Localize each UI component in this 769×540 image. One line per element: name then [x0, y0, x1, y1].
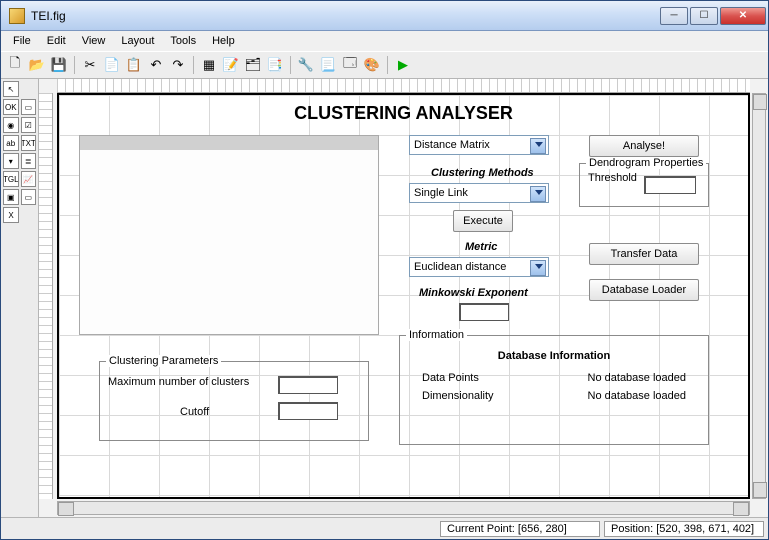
ruler-vertical	[39, 93, 53, 499]
edit-tool-icon[interactable]: ab	[3, 135, 19, 151]
app-icon	[9, 8, 25, 24]
dendrogram-legend: Dendrogram Properties	[586, 157, 706, 169]
status-current-point: Current Point: [656, 280]	[440, 521, 600, 537]
tab-editor-icon[interactable]: 📑	[265, 55, 285, 75]
slider-tool-icon[interactable]: ▭	[21, 99, 37, 115]
cutoff-input[interactable]	[278, 402, 338, 420]
distance-matrix-select[interactable]: Distance Matrix	[409, 135, 549, 155]
panel-tool-icon[interactable]: ▣	[3, 189, 19, 205]
dimensionality-label: Dimensionality	[422, 390, 494, 402]
component-palette: ↖ OK ▭ ◉ ☑ ab TXT ▾ ≣ TGL 📈 ▣	[1, 79, 39, 517]
window-title: TEI.fig	[31, 9, 658, 23]
new-icon[interactable]: 🗋	[5, 55, 25, 75]
maximize-button[interactable]: ☐	[690, 7, 718, 25]
axes-placeholder[interactable]	[79, 135, 379, 335]
max-clusters-label: Maximum number of clusters	[108, 376, 249, 388]
method-select[interactable]: Single Link	[409, 183, 549, 203]
toggle-tool-icon[interactable]: TGL	[3, 171, 19, 187]
popup-tool-icon[interactable]: ▾	[3, 153, 19, 169]
app-window: TEI.fig ─ ☐ ✕ File Edit View Layout Tool…	[0, 0, 769, 540]
dendrogram-fieldset: Dendrogram Properties Threshold	[579, 163, 709, 207]
clustering-params-fieldset: Clustering Parameters Maximum number of …	[99, 361, 369, 441]
palette-icon[interactable]: 🎨	[362, 55, 382, 75]
metric-select[interactable]: Euclidean distance	[409, 257, 549, 277]
property-icon[interactable]: 📃	[318, 55, 338, 75]
copy-icon[interactable]: 📄	[102, 55, 122, 75]
information-legend: Information	[406, 329, 467, 341]
status-position: Position: [520, 398, 671, 402]	[604, 521, 764, 537]
menu-view[interactable]: View	[74, 33, 114, 49]
clustering-params-legend: Clustering Parameters	[106, 355, 221, 367]
text-tool-icon[interactable]: TXT	[21, 135, 37, 151]
browser-icon[interactable]: 🗔	[340, 55, 360, 75]
ruler-horizontal	[57, 79, 750, 93]
menu-edit[interactable]: Edit	[39, 33, 74, 49]
canvas-area: CLUSTERING ANALYSER Distance Matrix Clus…	[39, 79, 768, 517]
menubar: File Edit View Layout Tools Help	[1, 31, 768, 51]
max-clusters-input[interactable]	[278, 376, 338, 394]
paste-icon[interactable]: 📋	[124, 55, 144, 75]
checkbox-tool-icon[interactable]: ☑	[21, 117, 37, 133]
design-surface[interactable]: CLUSTERING ANALYSER Distance Matrix Clus…	[57, 93, 750, 499]
editor-icon[interactable]: 📝	[221, 55, 241, 75]
axes-tool-icon[interactable]: 📈	[21, 171, 37, 187]
titlebar: TEI.fig ─ ☐ ✕	[1, 1, 768, 31]
statusbar: Current Point: [656, 280] Position: [520…	[1, 517, 768, 539]
scrollbar-vertical[interactable]	[752, 93, 766, 499]
menu-tools[interactable]: Tools	[162, 33, 204, 49]
scrollbar-horizontal[interactable]	[57, 501, 750, 515]
method-value: Single Link	[414, 187, 468, 199]
datapoints-value: No database loaded	[588, 372, 686, 384]
minimize-button[interactable]: ─	[660, 7, 688, 25]
close-button[interactable]: ✕	[720, 7, 766, 25]
database-loader-button[interactable]: Database Loader	[589, 279, 699, 301]
undo-icon[interactable]: ↶	[146, 55, 166, 75]
metric-value: Euclidean distance	[414, 261, 506, 273]
pushbutton-tool-icon[interactable]: OK	[3, 99, 19, 115]
activex-tool-icon[interactable]: X	[3, 207, 19, 223]
menu-layout[interactable]: Layout	[113, 33, 162, 49]
information-fieldset: Information Database Information Data Po…	[399, 335, 709, 445]
redo-icon[interactable]: ↷	[168, 55, 188, 75]
menu-editor-icon[interactable]: 🗂	[243, 55, 263, 75]
transfer-data-button[interactable]: Transfer Data	[589, 243, 699, 265]
align-icon[interactable]: ▦	[199, 55, 219, 75]
buttongroup-tool-icon[interactable]: ▭	[21, 189, 37, 205]
database-info-header: Database Information	[408, 350, 700, 362]
open-icon[interactable]: 📂	[27, 55, 47, 75]
threshold-input[interactable]	[644, 176, 696, 194]
datapoints-label: Data Points	[422, 372, 479, 384]
pointer-tool-icon[interactable]: ↖	[3, 81, 19, 97]
page-title: CLUSTERING ANALYSER	[59, 103, 748, 124]
menu-file[interactable]: File	[5, 33, 39, 49]
run-icon[interactable]: ▶	[393, 55, 413, 75]
minkowski-input[interactable]	[459, 303, 509, 321]
toolbar-editor-icon[interactable]: 🔧	[296, 55, 316, 75]
listbox-tool-icon[interactable]: ≣	[21, 153, 37, 169]
menu-help[interactable]: Help	[204, 33, 243, 49]
analyse-button[interactable]: Analyse!	[589, 135, 699, 157]
body-area: ↖ OK ▭ ◉ ☑ ab TXT ▾ ≣ TGL 📈 ▣	[1, 79, 768, 517]
execute-button[interactable]: Execute	[453, 210, 513, 232]
toolbar: 🗋 📂 💾 ✂ 📄 📋 ↶ ↷ ▦ 📝 🗂 📑 🔧 📃 🗔 🎨 ▶	[1, 51, 768, 79]
clustering-methods-label: Clustering Methods	[431, 167, 534, 179]
cut-icon[interactable]: ✂	[80, 55, 100, 75]
distance-matrix-value: Distance Matrix	[414, 139, 490, 151]
dimensionality-value: No database loaded	[588, 390, 686, 402]
save-icon[interactable]: 💾	[49, 55, 69, 75]
metric-label: Metric	[465, 241, 497, 253]
threshold-label: Threshold	[588, 172, 637, 184]
cutoff-label: Cutoff	[180, 406, 209, 418]
minkowski-label: Minkowski Exponent	[419, 287, 528, 299]
radio-tool-icon[interactable]: ◉	[3, 117, 19, 133]
